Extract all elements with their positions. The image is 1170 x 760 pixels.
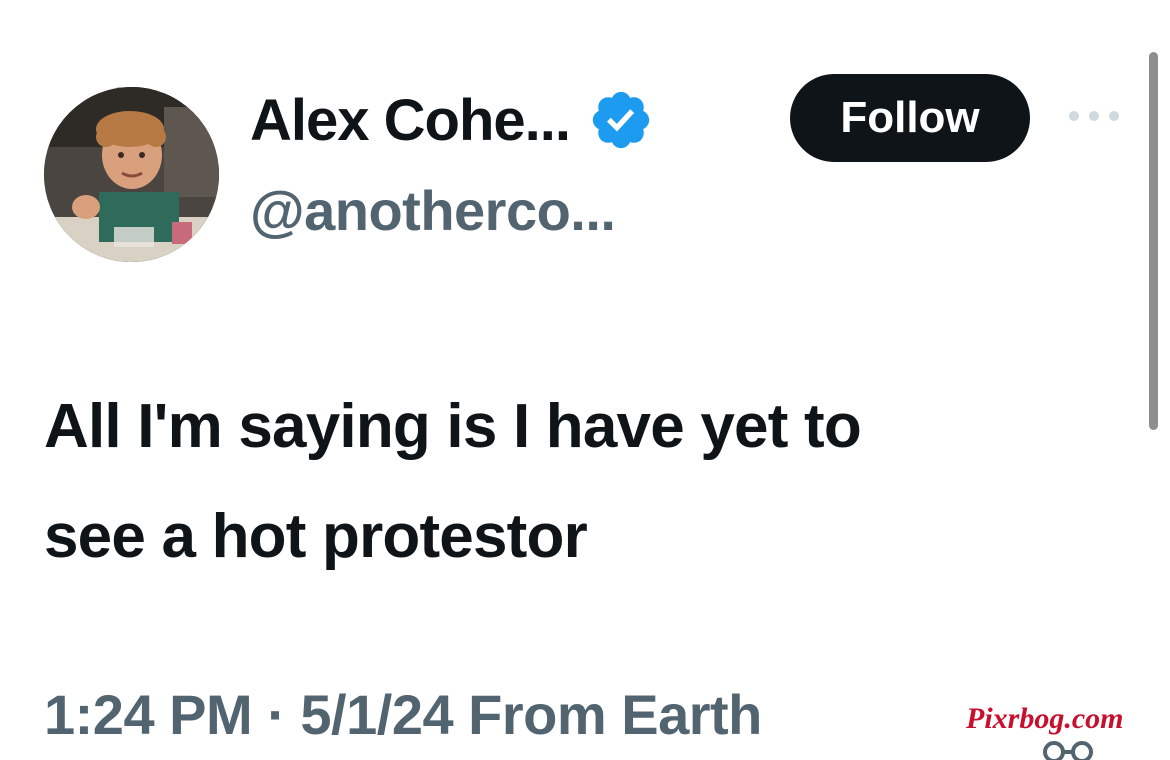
tweet-timestamp[interactable]: 1:24 PM · 5/1/24 From Earth <box>44 682 762 747</box>
profile-photo <box>44 87 219 262</box>
more-horizontal-icon[interactable] <box>1066 104 1122 128</box>
tweet-text-line: All I'm saying is I have yet to <box>44 392 862 461</box>
scrollbar[interactable] <box>1149 52 1158 430</box>
display-name[interactable]: Alex Cohe... <box>250 87 571 154</box>
partial-icon <box>1043 741 1093 760</box>
tweet-text-line: see a hot protestor <box>44 502 588 571</box>
author-handle[interactable]: @anotherco... <box>250 178 616 243</box>
avatar[interactable] <box>44 87 219 262</box>
watermark: Pixrbog.com <box>966 702 1124 735</box>
verified-badge-icon <box>592 91 650 149</box>
author-row: Alex Cohe... <box>250 80 654 160</box>
tweet-text: All I'm saying is I have yet to see a ho… <box>44 372 1124 592</box>
follow-button[interactable]: Follow <box>790 74 1030 162</box>
